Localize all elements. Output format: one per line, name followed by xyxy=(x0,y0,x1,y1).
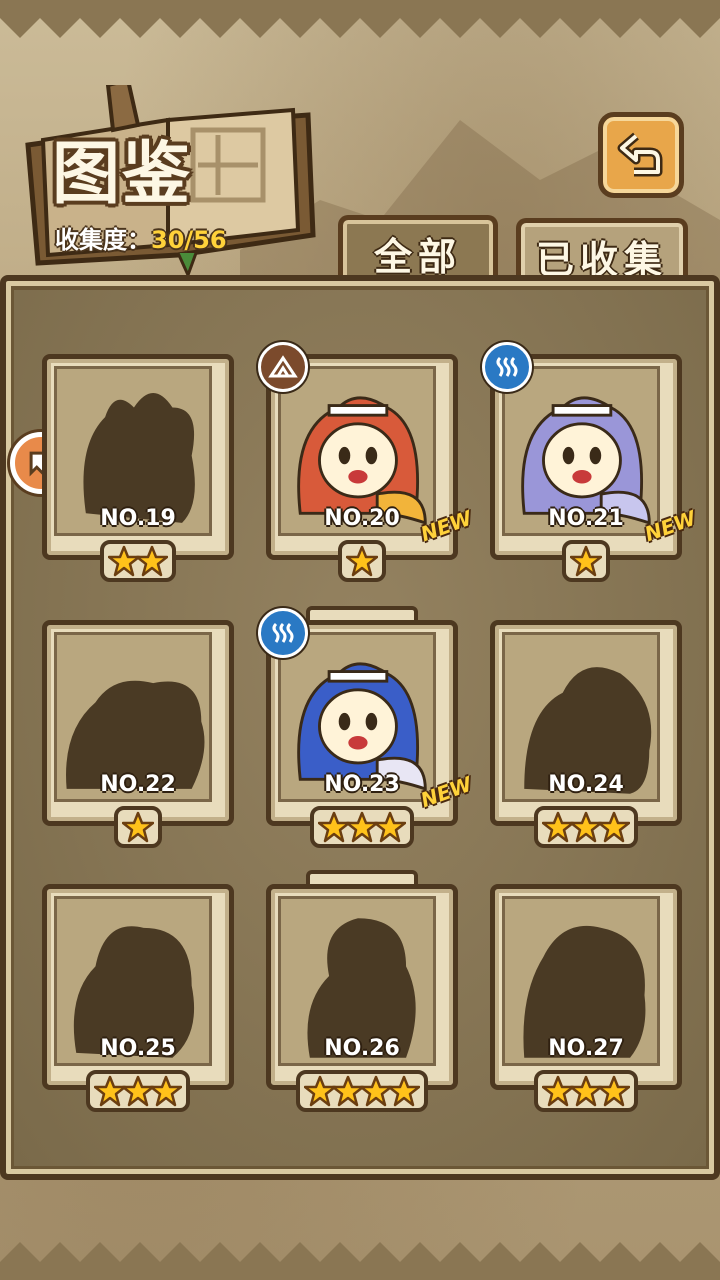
collection-value: 30/56 xyxy=(151,226,227,254)
card-number: NO.26 xyxy=(324,1036,400,1061)
collection-card[interactable]: NO.22 xyxy=(42,620,234,848)
collection-card[interactable]: NO.19 xyxy=(42,354,234,582)
card-number: NO.19 xyxy=(100,506,176,531)
star-holder xyxy=(296,1070,428,1112)
star-icon xyxy=(150,1075,182,1107)
star-icon xyxy=(570,545,602,577)
back-arrow-icon xyxy=(617,132,663,177)
torn-edge-bottom xyxy=(0,1242,720,1280)
collection-card[interactable]: NO.26 xyxy=(266,870,458,1112)
card-number: NO.22 xyxy=(100,772,176,797)
card-rarity xyxy=(42,806,234,848)
card-rarity xyxy=(266,806,458,848)
mountain-element-icon xyxy=(258,342,308,392)
steam-element-icon xyxy=(482,342,532,392)
star-holder xyxy=(100,540,176,582)
steam-element-icon xyxy=(258,608,308,658)
collection-card[interactable]: NO.24 xyxy=(490,620,682,848)
card-rarity xyxy=(42,540,234,582)
card-rarity xyxy=(490,806,682,848)
page-title: 图鉴 xyxy=(52,134,193,214)
star-icon xyxy=(598,811,630,843)
star-holder xyxy=(86,1070,190,1112)
collection-card[interactable]: NO.20 NEW xyxy=(258,342,475,582)
collection-label: 收集度： xyxy=(55,226,151,254)
card-rarity xyxy=(266,1070,458,1112)
collection-card[interactable]: NO.23 NEW xyxy=(258,606,475,848)
card-rarity xyxy=(490,1070,682,1112)
card-rarity xyxy=(490,540,682,582)
star-icon xyxy=(598,1075,630,1107)
back-button[interactable] xyxy=(598,112,684,198)
star-holder xyxy=(114,806,162,848)
torn-edge-top xyxy=(0,0,720,38)
collection-progress: 收集度：30/56 xyxy=(55,220,227,255)
card-rarity xyxy=(266,540,458,582)
star-icon xyxy=(346,545,378,577)
star-holder xyxy=(534,1070,638,1112)
star-icon xyxy=(136,545,168,577)
star-icon xyxy=(388,1075,420,1107)
star-icon xyxy=(122,811,154,843)
collection-card[interactable]: NO.25 xyxy=(42,884,234,1112)
star-holder xyxy=(338,540,386,582)
card-number: NO.24 xyxy=(548,772,624,797)
collection-card[interactable]: NO.27 xyxy=(490,884,682,1112)
star-holder xyxy=(562,540,610,582)
star-holder xyxy=(310,806,414,848)
card-number: NO.25 xyxy=(100,1036,176,1061)
star-icon xyxy=(374,811,406,843)
card-number: NO.27 xyxy=(548,1036,624,1061)
card-rarity xyxy=(42,1070,234,1112)
collection-card[interactable]: NO.21 NEW xyxy=(482,342,699,582)
star-holder xyxy=(534,806,638,848)
